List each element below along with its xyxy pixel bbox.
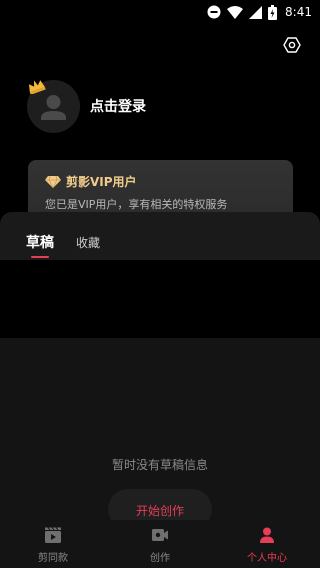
battery-charging-icon bbox=[268, 4, 278, 20]
nav-item-create[interactable]: 创作 bbox=[107, 520, 213, 568]
settings-hexagon-icon bbox=[283, 37, 301, 53]
nav-item-profile[interactable]: 个人中心 bbox=[214, 520, 320, 568]
empty-message: 暂时没有草稿信息 bbox=[111, 458, 208, 472]
vip-title: 剪影VIP用户 bbox=[45, 173, 137, 190]
clapperboard-icon bbox=[45, 527, 61, 543]
nav-label-create: 创作 bbox=[150, 553, 170, 564]
login-prompt[interactable]: 点击登录 bbox=[90, 96, 146, 116]
nav-label-profile: 个人中心 bbox=[247, 553, 287, 564]
active-tab-indicator bbox=[31, 256, 49, 258]
vip-crown-icon bbox=[28, 80, 46, 94]
wifi-icon bbox=[227, 5, 244, 19]
nav-item-templates[interactable]: 剪同款 bbox=[0, 520, 106, 568]
video-camera-icon bbox=[152, 529, 168, 541]
tab-favorites[interactable]: 收藏 bbox=[76, 234, 100, 252]
status-icons: 8:41 bbox=[207, 3, 312, 21]
start-creating-label: 开始创作 bbox=[135, 504, 184, 518]
cellular-signal-icon bbox=[249, 5, 263, 19]
status-time: 8:41 bbox=[285, 5, 312, 19]
bottom-nav: 剪同款 创作 个人中心 bbox=[0, 520, 320, 568]
do-not-disturb-icon bbox=[207, 5, 221, 19]
nav-label-templates: 剪同款 bbox=[38, 553, 68, 564]
diamond-icon bbox=[45, 175, 61, 188]
person-icon bbox=[260, 527, 274, 543]
settings-button[interactable] bbox=[280, 34, 304, 56]
tab-drafts[interactable]: 草稿 bbox=[26, 232, 54, 251]
vip-subtitle: 您已是VIP用户，享有相关的特权服务 bbox=[45, 198, 228, 211]
vip-title-text: 剪影VIP用户 bbox=[66, 175, 137, 189]
status-bar: 8:41 bbox=[0, 0, 320, 24]
